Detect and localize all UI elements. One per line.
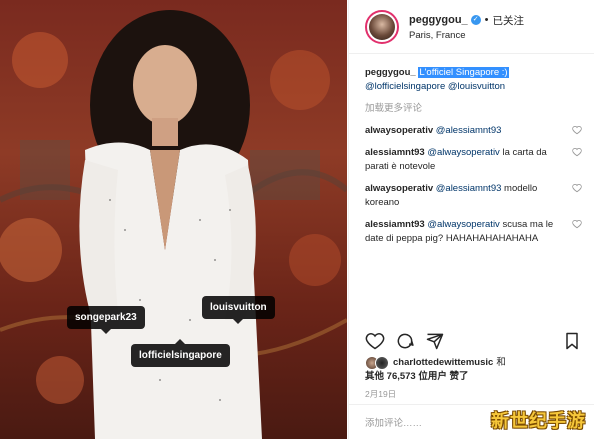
follow-status-button[interactable]: 已关注 bbox=[493, 13, 525, 28]
comment-item: alessiamnt93 @alwaysoperativ la carta da… bbox=[365, 146, 582, 174]
liker-username[interactable]: charlottedewittemusic bbox=[393, 356, 493, 370]
caption-mentions[interactable]: @lofficielsingapore @louisvuitton bbox=[365, 81, 505, 92]
header-username[interactable]: peggygou_ bbox=[409, 14, 468, 26]
comment-icon[interactable] bbox=[395, 331, 415, 351]
comment-mention[interactable]: @alessiamnt93 bbox=[436, 125, 502, 136]
verified-icon: ✓ bbox=[470, 15, 481, 25]
comment-username[interactable]: alessiamnt93 bbox=[365, 219, 425, 230]
caption-selected-text: L'officiel Singapore :) bbox=[418, 67, 509, 78]
like-comment-icon[interactable] bbox=[572, 125, 582, 135]
likes-summary: charlottedewittemusic 和 其他 76,573 位用户 赞了 bbox=[365, 356, 585, 384]
likes-others-prefix: 其他 bbox=[365, 371, 385, 382]
avatar[interactable] bbox=[365, 9, 399, 44]
like-comment-icon[interactable] bbox=[572, 183, 582, 193]
post-photo[interactable]: songepark23 louisvuitton lofficielsingap… bbox=[0, 0, 347, 439]
comments-list: peggygou_ L'officiel Singapore :) @loffi… bbox=[349, 54, 594, 246]
comment-username[interactable]: peggygou_ bbox=[365, 67, 416, 78]
separator-dot: • bbox=[484, 14, 489, 26]
comment-item: alwaysoperativ @alessiamnt93 modello kor… bbox=[365, 182, 582, 210]
location-link[interactable]: Paris, France bbox=[409, 30, 524, 41]
comment-item: alwaysoperativ @alessiamnt93 bbox=[365, 124, 582, 138]
bookmark-icon[interactable] bbox=[562, 331, 582, 351]
caption: peggygou_ L'officiel Singapore :) @loffi… bbox=[365, 66, 582, 94]
photo-tag-louisvuitton[interactable]: louisvuitton bbox=[202, 296, 275, 324]
post-header: peggygou_ ✓ • 已关注 Paris, France bbox=[349, 0, 594, 54]
comment-username[interactable]: alwaysoperativ bbox=[365, 125, 433, 136]
photo-illustration bbox=[0, 10, 347, 439]
comment-mention[interactable]: @alwaysoperativ bbox=[427, 147, 499, 158]
action-bar bbox=[365, 330, 582, 352]
load-more-comments[interactable]: 加载更多评论 bbox=[365, 102, 582, 116]
comment-mention[interactable]: @alwaysoperativ bbox=[427, 219, 499, 230]
comment-username[interactable]: alwaysoperativ bbox=[365, 183, 433, 194]
likes-liked: 赞了 bbox=[449, 371, 469, 382]
watermark-logo: 新世纪手游 bbox=[491, 411, 586, 431]
photo-tag-lofficielsingapore[interactable]: lofficielsingapore bbox=[131, 339, 230, 367]
likes-suffix: 位用户 bbox=[418, 371, 447, 382]
comment-item: alessiamnt93 @alwaysoperativ scusa ma le… bbox=[365, 218, 582, 246]
heart-icon[interactable] bbox=[365, 331, 385, 351]
like-comment-icon[interactable] bbox=[572, 147, 582, 157]
comment-mention[interactable]: @alessiamnt93 bbox=[436, 183, 502, 194]
post-date[interactable]: 2月19日 bbox=[365, 388, 396, 400]
share-icon[interactable] bbox=[425, 331, 445, 351]
likes-and: 和 bbox=[496, 357, 506, 368]
like-comment-icon[interactable] bbox=[572, 219, 582, 229]
post-sidebar: peggygou_ ✓ • 已关注 Paris, France peggygou… bbox=[348, 0, 594, 439]
liker-avatar bbox=[375, 356, 389, 370]
likes-count[interactable]: 76,573 bbox=[387, 371, 416, 382]
photo-tag-songepark23[interactable]: songepark23 bbox=[67, 306, 145, 334]
comment-username[interactable]: alessiamnt93 bbox=[365, 147, 425, 158]
